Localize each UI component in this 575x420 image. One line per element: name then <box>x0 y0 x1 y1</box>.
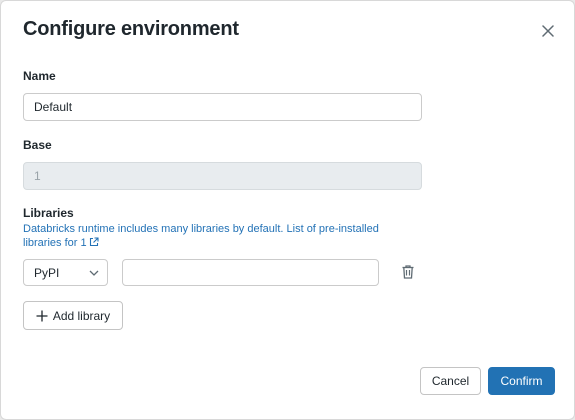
libraries-help: Databricks runtime includes many librari… <box>23 222 413 250</box>
confirm-label: Confirm <box>500 374 543 388</box>
add-library-button[interactable]: Add library <box>23 301 123 330</box>
library-source-select[interactable]: PyPI <box>23 259 108 286</box>
base-input <box>23 162 422 190</box>
close-button[interactable] <box>538 21 558 41</box>
cancel-label: Cancel <box>431 374 470 388</box>
library-source-value: PyPI <box>34 265 60 280</box>
dialog-title: Configure environment <box>23 18 239 40</box>
delete-library-button[interactable] <box>400 264 416 280</box>
external-link-icon <box>89 237 99 247</box>
trash-icon <box>402 265 414 279</box>
add-library-label: Add library <box>52 308 111 323</box>
close-icon <box>542 25 554 37</box>
library-package-input[interactable] <box>122 259 379 286</box>
base-label: Base <box>23 138 52 152</box>
libraries-help-text: Databricks runtime includes many librari… <box>23 223 284 235</box>
chevron-down-icon <box>89 270 99 276</box>
name-input[interactable] <box>23 93 422 121</box>
configure-environment-dialog: Configure environment Name Base Librarie… <box>0 0 575 420</box>
name-label: Name <box>23 69 56 83</box>
confirm-button[interactable]: Confirm <box>488 367 555 395</box>
cancel-button[interactable]: Cancel <box>420 367 481 395</box>
plus-icon <box>36 310 48 321</box>
libraries-label: Libraries <box>23 206 74 220</box>
